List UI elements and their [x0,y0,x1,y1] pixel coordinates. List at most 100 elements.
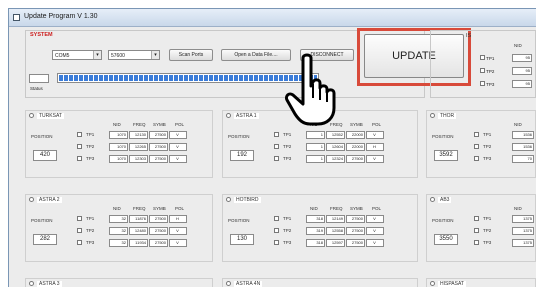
checkbox[interactable] [480,68,485,73]
turksat-pol-cell[interactable]: V [169,131,187,139]
astra1-symb-cell[interactable]: 27500 [346,155,365,163]
astra1-freq-cell[interactable]: 12552 [326,131,345,139]
hotbird-radio[interactable] [226,197,231,202]
turksat-nid-cell[interactable]: 1070 [109,143,128,151]
thor-nid-cell[interactable]: 70 [512,155,534,163]
right-nid-1[interactable]: 95 [512,54,532,62]
turksat-symb-cell[interactable]: 27500 [149,131,168,139]
checkbox[interactable] [474,216,479,222]
checkbox[interactable] [77,144,82,150]
right-tp3[interactable]: TP3 [480,81,494,87]
astra1-nid-cell[interactable]: 1 [306,143,325,151]
astra2-pol-cell[interactable]: H [169,215,187,223]
checkbox[interactable] [474,156,479,162]
hispasat-radio[interactable] [430,281,435,286]
port-select[interactable]: COM5 ▾ [52,50,102,60]
astra2-freq-cell[interactable]: 11876 [129,215,148,223]
thor-tp2[interactable]: TP2 [474,144,491,150]
checkbox[interactable] [474,240,479,246]
checkbox[interactable] [274,228,279,234]
astra1-nid-cell[interactable]: 1 [306,155,325,163]
turksat-pol-cell[interactable]: V [169,143,187,151]
hotbird-symb-cell[interactable]: 27500 [346,215,365,223]
turksat-freq-cell[interactable]: 12130 [129,131,148,139]
right-nid-3[interactable]: 95 [512,80,532,88]
checkbox[interactable] [274,156,279,162]
astra4n-radio[interactable] [226,281,231,286]
checkbox[interactable] [480,55,485,60]
astra2-symb-cell[interactable]: 27500 [149,215,168,223]
turksat-freq-cell[interactable]: 12303 [129,155,148,163]
hotbird-tp3[interactable]: TP3 [274,240,291,246]
checkbox[interactable] [77,228,82,234]
thor-nid-cell[interactable]: 1536 [512,131,534,139]
thor-position-input[interactable]: 3592 [434,150,458,161]
hotbird-pol-cell[interactable]: V [366,227,384,235]
astra2-position-input[interactable]: 282 [33,234,57,245]
checkbox[interactable] [474,144,479,150]
thor-nid-cell[interactable]: 1536 [512,143,534,151]
astra1-nid-cell[interactable]: 1 [306,131,325,139]
turksat-pol-cell[interactable]: V [169,155,187,163]
turksat-radio[interactable] [29,113,34,118]
hotbird-nid-cell[interactable]: 319 [306,227,325,235]
astra2-tp1[interactable]: TP1 [77,216,94,222]
checkbox[interactable] [274,240,279,246]
astra2-symb-cell[interactable]: 27500 [149,239,168,247]
chevron-down-icon[interactable]: ▾ [151,51,159,59]
open-data-file-button[interactable]: Open a Data File.... [221,49,291,61]
astra2-tp3[interactable]: TP3 [77,240,94,246]
hotbird-symb-cell[interactable]: 27500 [346,227,365,235]
ab3-position-input[interactable]: 3550 [434,234,458,245]
ab3-tp3[interactable]: TP3 [474,240,491,246]
turksat-position-input[interactable]: 420 [33,150,57,161]
astra1-symb-cell[interactable]: 22000 [346,143,365,151]
turksat-nid-cell[interactable]: 1070 [109,155,128,163]
hotbird-nid-cell[interactable]: 318 [306,215,325,223]
hotbird-symb-cell[interactable]: 27500 [346,239,365,247]
checkbox[interactable] [77,240,82,246]
astra2-nid-cell[interactable]: 32 [109,227,128,235]
hotbird-tp2[interactable]: TP2 [274,228,291,234]
astra2-radio[interactable] [29,197,34,202]
checkbox[interactable] [77,132,82,138]
ab3-nid-cell[interactable]: 1375 [512,215,534,223]
hotbird-pol-cell[interactable]: V [366,215,384,223]
astra1-tp2[interactable]: TP2 [274,144,291,150]
astra1-symb-cell[interactable]: 22000 [346,131,365,139]
right-tp2[interactable]: TP2 [480,68,494,74]
checkbox[interactable] [274,144,279,150]
astra1-radio[interactable] [226,113,231,118]
ab3-nid-cell[interactable]: 1375 [512,239,534,247]
astra2-freq-cell[interactable]: 12480 [129,227,148,235]
astra3-radio[interactable] [29,281,34,286]
astra2-pol-cell[interactable]: V [169,239,187,247]
astra2-nid-cell[interactable]: 32 [109,215,128,223]
checkbox[interactable] [274,216,279,222]
turksat-symb-cell[interactable]: 27500 [149,155,168,163]
astra1-freq-cell[interactable]: 12604 [326,143,345,151]
astra2-symb-cell[interactable]: 27500 [149,227,168,235]
hotbird-pol-cell[interactable]: V [366,239,384,247]
checkbox[interactable] [474,132,479,138]
astra2-pol-cell[interactable]: V [169,227,187,235]
checkbox[interactable] [77,216,82,222]
thor-tp3[interactable]: TP3 [474,156,491,162]
ab3-tp1[interactable]: TP1 [474,216,491,222]
hotbird-freq-cell[interactable]: 12558 [326,227,345,235]
hotbird-nid-cell[interactable]: 318 [306,239,325,247]
astra2-freq-cell[interactable]: 11934 [129,239,148,247]
hotbird-position-input[interactable]: 130 [230,234,254,245]
right-tp1[interactable]: TP1 [480,55,494,61]
astra2-tp2[interactable]: TP2 [77,228,94,234]
hotbird-tp1[interactable]: TP1 [274,216,291,222]
baud-select[interactable]: 57600 ▾ [108,50,160,60]
astra2-nid-cell[interactable]: 32 [109,239,128,247]
astra1-position-input[interactable]: 192 [230,150,254,161]
checkbox[interactable] [474,228,479,234]
turksat-nid-cell[interactable]: 1070 [109,131,128,139]
thor-radio[interactable] [430,113,435,118]
checkbox[interactable] [274,132,279,138]
chevron-down-icon[interactable]: ▾ [93,51,101,59]
turksat-tp2[interactable]: TP2 [77,144,94,150]
